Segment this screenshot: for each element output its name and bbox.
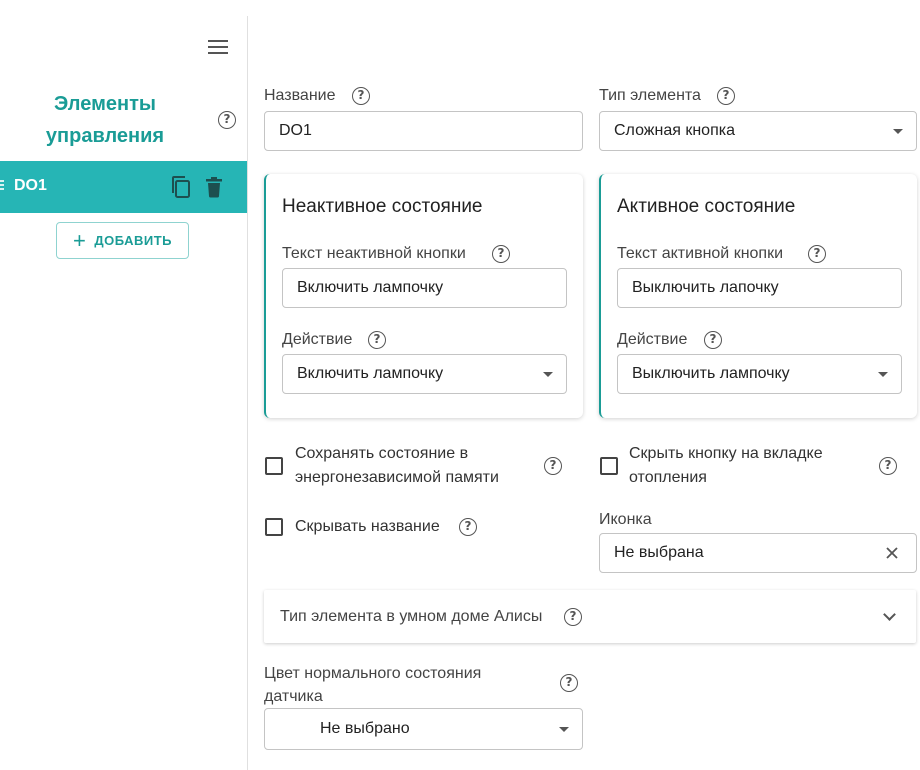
active-action-select[interactable]: Выключить лампочку [617, 354, 902, 394]
inactive-text-value: Включить лампочку [297, 279, 444, 296]
save-state-checkbox[interactable] [265, 457, 283, 475]
inactive-action-value: Включить лампочку [297, 365, 444, 382]
active-text-input[interactable]: Выключить лапочку [617, 268, 902, 308]
sidebar-title: Элементы управления [30, 88, 180, 152]
normal-color-value: Не выбрано [320, 720, 410, 737]
sidebar-divider [247, 16, 248, 770]
active-action-value: Выключить лампочку [632, 365, 790, 382]
sidebar-title-line2: управления [45, 125, 165, 147]
icon-select[interactable]: Не выбрана [599, 533, 917, 573]
save-state-label: Сохранять состояние в энергонезависимой … [295, 442, 499, 490]
active-action-label: Действие [617, 331, 688, 348]
alice-type-accordion[interactable]: Тип элемента в умном доме Алисы ? [264, 590, 916, 643]
add-button[interactable]: + ДОБАВИТЬ [56, 222, 189, 259]
normal-color-help-icon[interactable]: ? [560, 674, 578, 692]
normal-color-label-line2: датчика [264, 688, 323, 705]
name-label: Название [264, 87, 336, 104]
inactive-action-help-icon[interactable]: ? [368, 331, 386, 349]
drag-handle-icon[interactable] [0, 180, 6, 192]
inactive-action-select[interactable]: Включить лампочку [282, 354, 567, 394]
sidebar: Элементы управления ? DO1 + ДОБАВИТЬ [0, 0, 248, 770]
active-action-help-icon[interactable]: ? [704, 331, 722, 349]
sidebar-item-do1[interactable]: DO1 [0, 161, 247, 213]
active-text-value: Выключить лапочку [632, 279, 779, 296]
sidebar-title-line1: Элементы [54, 93, 156, 115]
add-button-label: ДОБАВИТЬ [94, 233, 172, 248]
help-icon[interactable]: ? [218, 111, 236, 129]
alice-type-help-icon[interactable]: ? [564, 608, 582, 626]
hide-name-label: Скрывать название [295, 518, 440, 535]
icon-value: Не выбрана [614, 544, 704, 561]
hide-heating-label-line1: Скрыть кнопку на вкладке [629, 445, 823, 462]
inactive-state-card: Неактивное состояние Текст неактивной кн… [264, 174, 583, 418]
save-state-label-line2: энергонезависимой памяти [295, 469, 499, 486]
active-state-card: Активное состояние Текст активной кнопки… [599, 174, 917, 418]
hide-heating-label: Скрыть кнопку на вкладке отопления [629, 442, 823, 490]
delete-icon[interactable] [204, 175, 224, 199]
hide-heating-help-icon[interactable]: ? [879, 457, 897, 475]
sidebar-item-label: DO1 [14, 177, 47, 194]
dropdown-arrow-icon [878, 372, 888, 377]
active-card-title: Активное состояние [617, 196, 796, 217]
dropdown-arrow-icon [543, 372, 553, 377]
normal-color-select[interactable]: Не выбрано [264, 708, 583, 750]
normal-color-label-line1: Цвет нормального состояния [264, 665, 482, 682]
alice-type-label: Тип элемента в умном доме Алисы [280, 608, 543, 625]
name-input-value: DO1 [279, 122, 312, 139]
chevron-down-icon [883, 608, 896, 621]
inactive-text-input[interactable]: Включить лампочку [282, 268, 567, 308]
menu-icon[interactable] [208, 40, 230, 58]
hide-name-checkbox[interactable] [265, 518, 283, 536]
active-text-help-icon[interactable]: ? [808, 245, 826, 263]
element-type-help-icon[interactable]: ? [717, 87, 735, 105]
save-state-help-icon[interactable]: ? [544, 457, 562, 475]
icon-label: Иконка [599, 511, 652, 528]
name-input[interactable]: DO1 [264, 111, 583, 151]
active-text-label: Текст активной кнопки [617, 245, 784, 262]
inactive-card-title: Неактивное состояние [282, 196, 483, 217]
dropdown-arrow-icon [893, 129, 903, 134]
hide-heating-label-line2: отопления [629, 469, 707, 486]
inactive-text-label: Текст неактивной кнопки [282, 245, 466, 262]
dropdown-arrow-icon [559, 727, 569, 732]
plus-icon: + [73, 227, 87, 253]
save-state-label-line1: Сохранять состояние в [295, 445, 469, 462]
hide-heating-checkbox[interactable] [600, 457, 618, 475]
clear-icon[interactable] [884, 545, 900, 561]
copy-icon[interactable] [170, 175, 192, 199]
element-type-select[interactable]: Сложная кнопка [599, 111, 917, 151]
element-type-value: Сложная кнопка [614, 122, 735, 139]
inactive-action-label: Действие [282, 331, 353, 348]
element-type-label: Тип элемента [599, 87, 701, 104]
hide-name-help-icon[interactable]: ? [459, 518, 477, 536]
normal-color-label: Цвет нормального состояния датчика [264, 662, 481, 708]
inactive-text-help-icon[interactable]: ? [492, 245, 510, 263]
name-help-icon[interactable]: ? [352, 87, 370, 105]
